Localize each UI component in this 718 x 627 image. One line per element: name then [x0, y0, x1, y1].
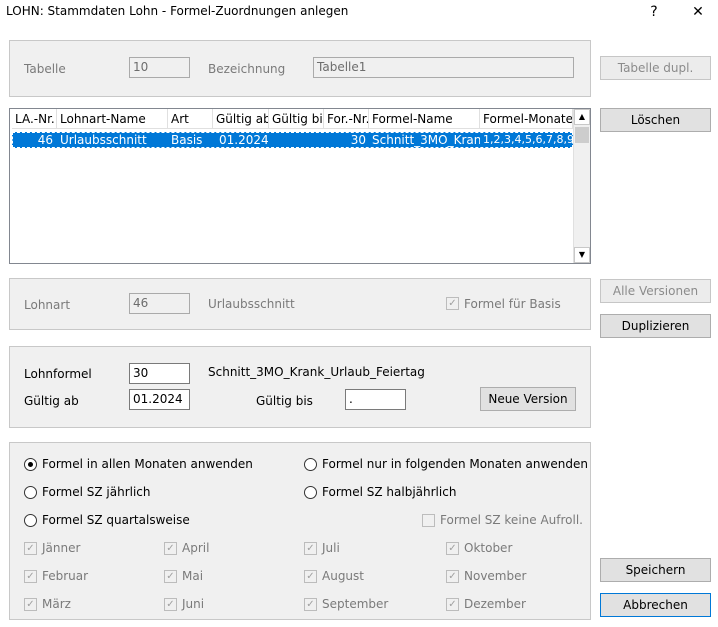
cell-lohnart-name: Urlaubsschnitt	[60, 133, 147, 147]
month-label-jaenner: Jänner	[42, 541, 81, 555]
month-checkbox-februar[interactable]: ✓	[24, 570, 37, 583]
bezeichnung-field: Tabelle1	[313, 57, 574, 78]
scroll-up-icon[interactable]: ▲	[574, 109, 590, 125]
gueltig-bis-label: Gültig bis	[256, 394, 313, 408]
month-label-februar: Februar	[42, 569, 89, 583]
formel-basis-label: Formel für Basis	[464, 297, 561, 311]
alle-monate-label: Formel in allen Monaten anwenden	[42, 457, 253, 471]
month-checkbox-mai[interactable]: ✓	[164, 570, 177, 583]
col-formel-name[interactable]: Formel-Name	[369, 109, 480, 129]
cell-formel-name: Schnitt_3MO_Kran	[372, 133, 480, 147]
alle-monate-radio[interactable]	[24, 458, 37, 471]
month-checkbox-maerz[interactable]: ✓	[24, 598, 37, 611]
duplizieren-button[interactable]: Duplizieren	[600, 314, 711, 338]
cell-la-nr: 46	[37, 133, 53, 147]
table-scrollbar[interactable]: ▲ ▼	[573, 109, 590, 263]
gueltig-ab-label: Gültig ab	[24, 394, 79, 408]
neue-version-button[interactable]: Neue Version	[480, 387, 576, 411]
month-checkbox-april[interactable]: ✓	[164, 542, 177, 555]
month-checkbox-november[interactable]: ✓	[446, 570, 459, 583]
quartalsweise-radio[interactable]	[24, 514, 37, 527]
cell-gueltig-ab: 01.2024	[219, 133, 269, 147]
month-checkbox-september[interactable]: ✓	[304, 598, 317, 611]
month-checkbox-juli[interactable]: ✓	[304, 542, 317, 555]
jaehrlich-label: Formel SZ jährlich	[42, 485, 151, 499]
scroll-down-icon[interactable]: ▼	[574, 247, 590, 263]
scroll-thumb[interactable]	[575, 127, 589, 143]
help-button[interactable]: ?	[634, 0, 674, 24]
month-label-mai: Mai	[182, 569, 204, 583]
quartalsweise-label: Formel SZ quartalsweise	[42, 513, 190, 527]
month-checkbox-juni[interactable]: ✓	[164, 598, 177, 611]
alle-versionen-button[interactable]: Alle Versionen	[600, 279, 711, 303]
month-label-juli: Juli	[322, 541, 340, 555]
col-gueltig-bis[interactable]: Gültig bis	[269, 109, 324, 129]
window-title: LOHN: Stammdaten Lohn - Formel-Zuordnung…	[6, 4, 349, 18]
halbjaehrlich-label: Formel SZ halbjährlich	[322, 485, 457, 499]
month-checkbox-jaenner[interactable]: ✓	[24, 542, 37, 555]
cell-art: Basis	[171, 133, 203, 147]
col-for-nr[interactable]: For.-Nr.	[324, 109, 369, 129]
month-label-november: November	[464, 569, 527, 583]
month-label-oktober: Oktober	[464, 541, 513, 555]
folgende-monate-label: Formel nur in folgenden Monaten anwenden	[322, 457, 588, 471]
formel-table[interactable]: LA.-Nr. Lohnart-Name Art Gültig ab Gülti…	[9, 108, 591, 264]
jaehrlich-radio[interactable]	[24, 486, 37, 499]
gueltig-bis-field[interactable]: .	[345, 389, 406, 410]
month-label-august: August	[322, 569, 364, 583]
col-formel-monate[interactable]: Formel-Monate	[480, 109, 573, 129]
lohnformel-label: Lohnformel	[24, 367, 92, 381]
tabelle-field: 10	[129, 57, 190, 78]
keine-aufroll-checkbox[interactable]	[422, 514, 435, 527]
close-button[interactable]: ✕	[678, 0, 718, 24]
month-checkbox-dezember[interactable]: ✓	[446, 598, 459, 611]
month-label-september: September	[322, 597, 389, 611]
month-label-juni: Juni	[182, 597, 205, 611]
col-gueltig-ab[interactable]: Gültig ab	[213, 109, 269, 129]
lohnart-field: 46	[129, 293, 190, 314]
cell-formel-monate: 1,2,3,4,5,6,7,8,9	[483, 133, 573, 146]
abbrechen-button[interactable]: Abbrechen	[600, 593, 711, 617]
keine-aufroll-label: Formel SZ keine Aufroll.	[440, 513, 583, 527]
month-checkbox-oktober[interactable]: ✓	[446, 542, 459, 555]
loeschen-button[interactable]: Löschen	[600, 108, 711, 132]
month-label-maerz: März	[42, 597, 71, 611]
tabelle-dupl-button[interactable]: Tabelle dupl.	[600, 56, 711, 80]
month-label-dezember: Dezember	[464, 597, 526, 611]
col-la-nr[interactable]: LA.-Nr.	[12, 109, 57, 129]
cell-for-nr: 30	[350, 133, 366, 147]
bezeichnung-label: Bezeichnung	[208, 62, 286, 76]
folgende-monate-radio[interactable]	[304, 458, 317, 471]
cell-gueltig-bis	[269, 132, 324, 148]
month-label-april: April	[182, 541, 210, 555]
gueltig-ab-field[interactable]: 01.2024	[129, 389, 190, 410]
col-art[interactable]: Art	[168, 109, 213, 129]
table-row[interactable]: 46 Urlaubsschnitt Basis 01.2024 30 Schni…	[12, 132, 573, 148]
formel-name-text: Schnitt_3MO_Krank_Urlaub_Feiertag	[208, 365, 425, 379]
formel-basis-checkbox[interactable]: ✓	[446, 297, 459, 310]
lohnformel-field[interactable]: 30	[129, 363, 190, 384]
col-lohnart-name[interactable]: Lohnart-Name	[57, 109, 168, 129]
lohnart-label: Lohnart	[24, 298, 71, 312]
lohnart-name: Urlaubsschnitt	[208, 297, 295, 311]
month-checkbox-august[interactable]: ✓	[304, 570, 317, 583]
speichern-button[interactable]: Speichern	[600, 558, 711, 582]
tabelle-label: Tabelle	[24, 62, 66, 76]
halbjaehrlich-radio[interactable]	[304, 486, 317, 499]
